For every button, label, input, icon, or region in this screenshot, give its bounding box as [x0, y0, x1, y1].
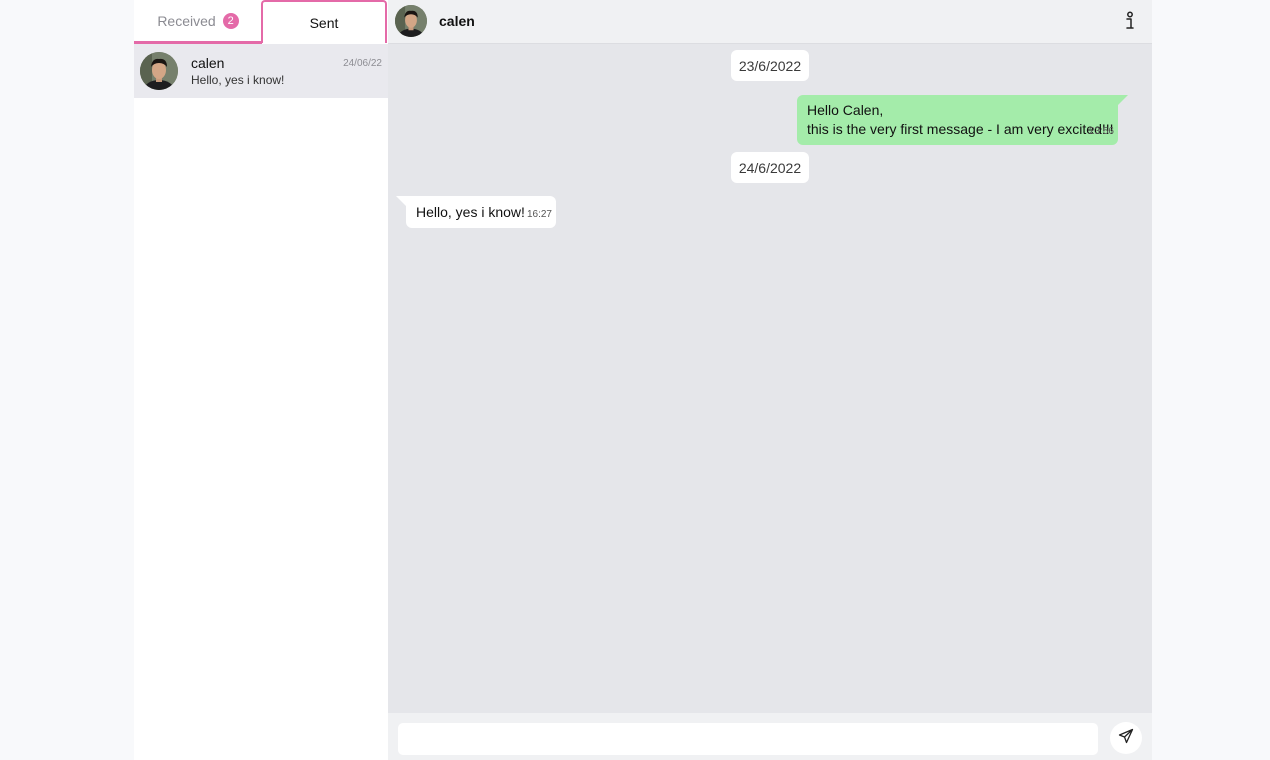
- bubble-tail: [396, 196, 406, 206]
- message-time: 23:56: [1088, 126, 1114, 137]
- message-composer: [388, 713, 1152, 760]
- tab-received[interactable]: Received 2: [134, 0, 262, 44]
- mailbox-tabs: Received 2 Sent: [134, 0, 388, 44]
- tab-sent-label: Sent: [309, 14, 339, 31]
- messenger-app: Received 2 Sent calen 24/06/22 Hello, ye…: [134, 0, 1152, 760]
- conversation-sidebar: Received 2 Sent calen 24/06/22 Hello, ye…: [134, 0, 389, 760]
- tab-received-label: Received: [157, 12, 216, 29]
- avatar: [140, 52, 178, 90]
- message-line: Hello, yes i know!: [416, 204, 525, 220]
- conversation-list-item[interactable]: calen 24/06/22 Hello, yes i know!: [134, 44, 388, 98]
- unread-count-badge: 2: [222, 12, 239, 29]
- send-icon: [1118, 728, 1134, 749]
- chat-panel: calen 23/6/2022 Hello Calen, this is the…: [388, 0, 1152, 760]
- chat-contact-name: calen: [439, 13, 475, 29]
- conversation-preview: Hello, yes i know!: [191, 73, 285, 87]
- message-time: 16:27: [526, 209, 552, 220]
- tab-sent[interactable]: Sent: [261, 0, 387, 43]
- send-button[interactable]: [1110, 722, 1142, 754]
- chat-header: calen: [388, 0, 1152, 44]
- conversation-date: 24/06/22: [343, 58, 382, 69]
- message-input[interactable]: [398, 723, 1098, 755]
- received-message: Hello, yes i know! 16:27: [396, 196, 556, 228]
- sent-message: Hello Calen, this is the very first mess…: [797, 95, 1128, 145]
- date-separator: 23/6/2022: [731, 50, 809, 81]
- info-icon[interactable]: [1122, 11, 1138, 31]
- avatar: [395, 5, 427, 37]
- message-line: this is the very first message - I am ve…: [807, 121, 1114, 137]
- conversation-name: calen: [191, 55, 225, 71]
- date-separator: 24/6/2022: [731, 152, 809, 183]
- message-line: Hello Calen,: [807, 102, 884, 118]
- bubble-tail: [1118, 95, 1128, 105]
